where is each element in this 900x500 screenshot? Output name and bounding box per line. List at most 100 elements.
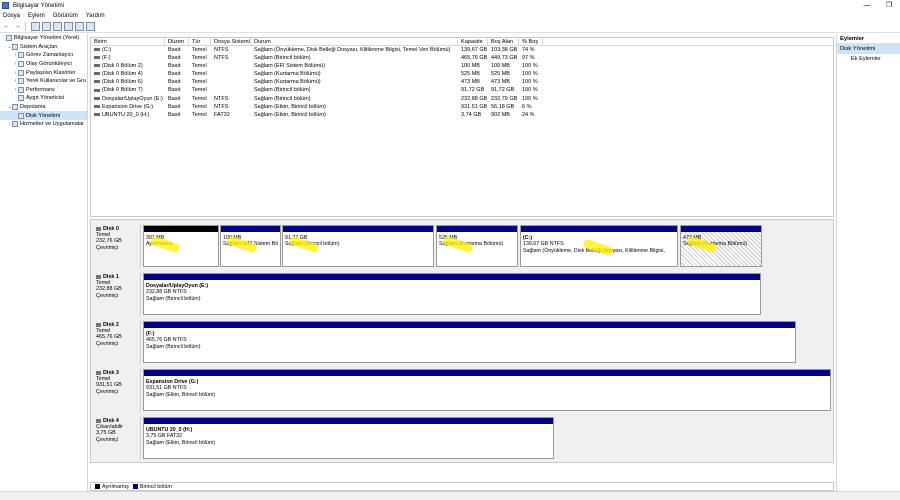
back-arrow-icon[interactable]: ← xyxy=(2,22,11,31)
disk-state: Çevrimiçi xyxy=(96,388,119,395)
cell-layout: Basit xyxy=(168,63,181,70)
properties-icon[interactable] xyxy=(42,22,51,31)
column-header-file-system[interactable]: Dosya Sistemi xyxy=(211,38,251,45)
cell-file-system: NTFS xyxy=(214,47,229,53)
node-icon xyxy=(18,69,24,76)
tree-node[interactable]: ⌄ Sistem Araçları xyxy=(0,43,87,52)
partition-block[interactable]: Expansion Drive (G:) 931,51 GB NTFS Sağlam… xyxy=(143,369,831,411)
tree-node[interactable]: › Olay Görüntüleyici xyxy=(0,60,87,69)
cell-percent-free: 100 % xyxy=(522,63,538,70)
console-tree-icon[interactable] xyxy=(31,22,40,31)
cell-layout: Basit xyxy=(168,111,181,118)
maximize-button[interactable]: ❐ xyxy=(878,0,900,11)
partition-block[interactable]: 91,72 GBSağlam (Birincil bölüm) xyxy=(282,225,434,267)
help-icon[interactable] xyxy=(53,22,62,31)
tree-node[interactable]: › Hizmetler ve Uygulamalar xyxy=(0,120,87,129)
tree-node[interactable]: › Paylaşılan Klasörler xyxy=(0,68,87,77)
disk-info[interactable]: Disk 2 Temel 465,76 GB Çevrimiçi xyxy=(93,320,141,364)
tree-node[interactable]: Disk Yönetimi xyxy=(0,111,87,120)
partition-block[interactable]: 100 MBSağlam (EFI Sistem Bö xyxy=(220,225,281,267)
cell-type: Temel xyxy=(192,103,207,110)
forward-arrow-icon[interactable]: → xyxy=(13,22,22,31)
tree-node[interactable]: ⌄ Depolama xyxy=(0,103,87,112)
table-row[interactable]: (Disk 0 Bölüm 4) Basit Temel Sağlam (Kurtar… xyxy=(91,70,833,78)
menu-help[interactable]: Yardım xyxy=(86,13,105,19)
computer-management-icon xyxy=(2,2,9,9)
export-list-icon[interactable] xyxy=(86,22,95,31)
table-row[interactable]: (Disk 0 Bölüm 2) Basit Temel Sağlam (EFI Si… xyxy=(91,62,833,70)
action-disk-management[interactable]: Disk Yönetimi xyxy=(837,44,900,54)
cell-volume-text: Dosyalar/UplayOyun (E:) xyxy=(102,95,163,102)
title-bar: Bilgisayar Yönetimi — ❐ xyxy=(0,0,900,11)
table-row[interactable]: Dosyalar/UplayOyun (E:) Basit Temel NTFS Sağ… xyxy=(91,95,833,103)
primary-partition-bar xyxy=(144,418,553,424)
cell-capacity: 525 MB xyxy=(461,71,480,78)
primary-partition-bar xyxy=(681,226,761,232)
disk-management-pane: Birim Düzen Tür Dosya Sistemi Durum Kapa… xyxy=(90,34,834,491)
tree-node[interactable]: › Yerel Kullanıcılar ve Gru xyxy=(0,77,87,86)
disk-icon xyxy=(96,226,101,231)
disk-info[interactable]: Disk 1 Temel 232,88 GB Çevrimiçi xyxy=(93,272,141,316)
partition-block[interactable]: 473 MBSağlam (Kurtarma Bölümü) xyxy=(680,225,762,267)
cell-percent-free: 97 % xyxy=(522,55,535,62)
action-more-actions[interactable]: Ek Eylemler xyxy=(837,54,900,64)
disk-name: Disk 3 xyxy=(103,370,119,376)
node-icon xyxy=(18,78,24,85)
refresh-icon[interactable] xyxy=(75,22,84,31)
table-row[interactable]: (Disk 0 Bölüm 6) Basit Temel Sağlam (Kurtar… xyxy=(91,78,833,86)
tree-node[interactable]: Bilgisayar Yönetimi (Yerel) xyxy=(0,34,87,43)
cell-volume: (C:) xyxy=(91,46,165,54)
partition-block[interactable]: UBUNTU 20_0 (H:) 3,75 GB FAT32 Sağlam (Etk… xyxy=(143,417,554,459)
partition-block[interactable]: 525 MBSağlam (Kurtarma Bölümü) xyxy=(436,225,518,267)
legend-label-primary: Birincil bölüm xyxy=(139,483,172,490)
partition-block[interactable]: (C:) 139,67 GB NTFS Sağlam (Önyükleme, Dis… xyxy=(520,225,678,267)
volume-icon xyxy=(94,80,100,84)
disk-info[interactable]: Disk 0 Temel 232,76 GB Çevrimiçi xyxy=(93,224,141,268)
cell-percent-free: 100 % xyxy=(522,95,538,102)
cell-capacity: 100 MB xyxy=(461,63,480,70)
column-header-free-space[interactable]: Boş Alan xyxy=(488,38,519,45)
tree-node[interactable]: › Görev Zamanlayıcı xyxy=(0,51,87,60)
partition-text: Dosyalar/UplayOyun (E:) 232,88 GB NTFS Sağ… xyxy=(146,283,758,302)
table-row[interactable]: Expansion Drive (G:) Basit Temel NTFS Sağlam… xyxy=(91,103,833,111)
menu-action[interactable]: Eylem xyxy=(28,13,45,19)
cell-layout: Basit xyxy=(168,55,181,62)
table-row[interactable]: (F:) Basit Temel NTFS Sağlam (Birincil bölüm… xyxy=(91,54,833,62)
cell-volume-text: (C:) xyxy=(102,47,112,53)
primary-partition-bar xyxy=(144,370,830,376)
tree-node-label: Bilgisayar Yönetimi (Yerel) xyxy=(14,35,80,42)
cell-layout: Basit xyxy=(168,47,181,53)
column-header-type[interactable]: Tür xyxy=(189,38,211,45)
partition-block[interactable]: Dosyalar/UplayOyun (E:) 232,88 GB NTFS Sağ… xyxy=(143,273,761,315)
disk-info[interactable]: Disk 4 Çıkarılabilir 3,75 GB Çevrimiçi xyxy=(93,416,141,460)
column-header-capacity[interactable]: Kapasite xyxy=(458,38,488,45)
partition-block[interactable]: 301 MBAyrılmamış xyxy=(143,225,219,267)
column-header-status[interactable]: Durum xyxy=(251,38,458,45)
column-header-layout[interactable]: Düzen xyxy=(165,38,189,45)
menu-file[interactable]: Dosya xyxy=(3,13,20,19)
table-row[interactable]: UBUNTU 20_0 (H:) Basit Temel FAT32 Sağlam (E… xyxy=(91,111,833,119)
node-icon xyxy=(12,43,18,50)
table-row[interactable]: (Disk 0 Bölüm 7) Basit Temel Sağlam (Birinc… xyxy=(91,86,833,94)
cell-free-space: 232,79 GB xyxy=(491,95,518,102)
disk-state: Çevrimiçi xyxy=(96,340,119,347)
disk-info[interactable]: Disk 3 Temel 931,51 GB Çevrimiçi xyxy=(93,368,141,412)
partition-block[interactable]: (F:) 465,76 GB NTFS Sağlam (Birincil bölüm… xyxy=(143,321,796,363)
column-header-percent-free[interactable]: % Boş xyxy=(519,38,543,45)
cell-capacity: 232,88 GB xyxy=(461,95,488,102)
partition-title: (C:) xyxy=(523,235,533,241)
disk-state: Çevrimiçi xyxy=(96,244,119,251)
cell-volume: Expansion Drive (G:) xyxy=(91,103,165,111)
tree-node[interactable]: Aygıt Yöneticisi xyxy=(0,94,87,103)
tree-node[interactable]: › Performans xyxy=(0,86,87,95)
table-row[interactable]: (C:) Basit Temel NTFS Sağlam (Önyükleme, Dis… xyxy=(91,46,833,54)
minimize-button[interactable]: — xyxy=(856,0,878,11)
cell-status: Sağlam (Etkin, Birincil bölüm) xyxy=(254,111,326,118)
cell-file-system: FAT32 xyxy=(214,111,230,118)
show-hide-icon[interactable] xyxy=(64,22,73,31)
menu-view[interactable]: Görünüm xyxy=(53,13,78,19)
cell-capacity: 465,76 GB xyxy=(461,55,488,62)
column-header-volume[interactable]: Birim xyxy=(91,38,165,45)
cell-percent-free: 74 % xyxy=(522,47,535,53)
cell-volume: (F:) xyxy=(91,54,165,62)
